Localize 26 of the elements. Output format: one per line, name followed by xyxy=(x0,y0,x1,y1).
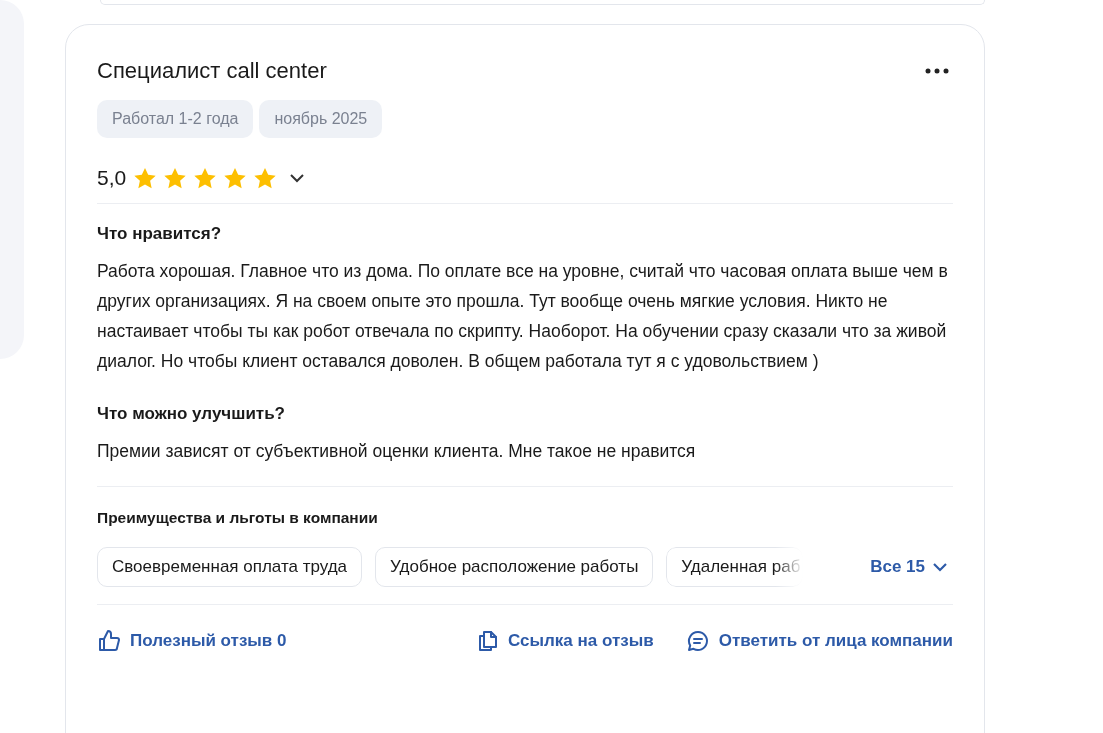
review-text: Премии зависят от субъективной оценки клиента. Мне такое не нравится xyxy=(97,440,697,463)
star-icon xyxy=(254,167,277,189)
review-text: Работа хорошая. Главное что из дома. По оплате все на уровне, считай что часовая оплата выше чем в других организациях. Я на своем опыте это прошла. Тут вообще очень мягкие условия. Никто не настаивает чтобы ты как робот отвечала по скрипту. Наоборот. На обучении сразу сказали что за живой диалог. Но чтобы клиент оставался доволен. В общем работала тут я с удовольствием ) xyxy=(97,260,949,373)
benefit-chip: Своевременная оплата труда xyxy=(97,547,363,587)
rating-value: 5,0 xyxy=(97,166,127,190)
chat-icon xyxy=(685,629,710,653)
section-heading: Что можно улучшить? xyxy=(97,404,286,424)
tag: ноябрь 2025 xyxy=(259,100,383,138)
star-icon xyxy=(194,167,217,189)
expand-button[interactable] xyxy=(290,173,305,183)
caret-icon xyxy=(290,173,305,183)
reply-button[interactable]: Ответить от лица компании xyxy=(685,629,953,653)
thumbs-up-icon xyxy=(97,629,121,653)
benefits-heading: Преимущества и льготы в компании xyxy=(97,509,379,527)
benefit-chip: Удобное расположение работы xyxy=(375,547,654,587)
show-all-button[interactable]: Все 15 xyxy=(870,557,953,577)
more-icon xyxy=(925,68,949,74)
star-icon xyxy=(134,167,157,189)
copy-link-button[interactable]: Ссылка на отзыв xyxy=(475,629,654,653)
star-icon xyxy=(224,167,247,189)
review-title: Специалист call center xyxy=(97,58,327,84)
star-icon xyxy=(164,167,187,189)
section-heading: Что нравится? xyxy=(97,224,223,244)
tag: Работал 1-2 года xyxy=(97,100,254,138)
chevron-down-icon xyxy=(933,562,947,572)
helpful-button[interactable]: Полезный отзыв 0 xyxy=(97,629,287,653)
